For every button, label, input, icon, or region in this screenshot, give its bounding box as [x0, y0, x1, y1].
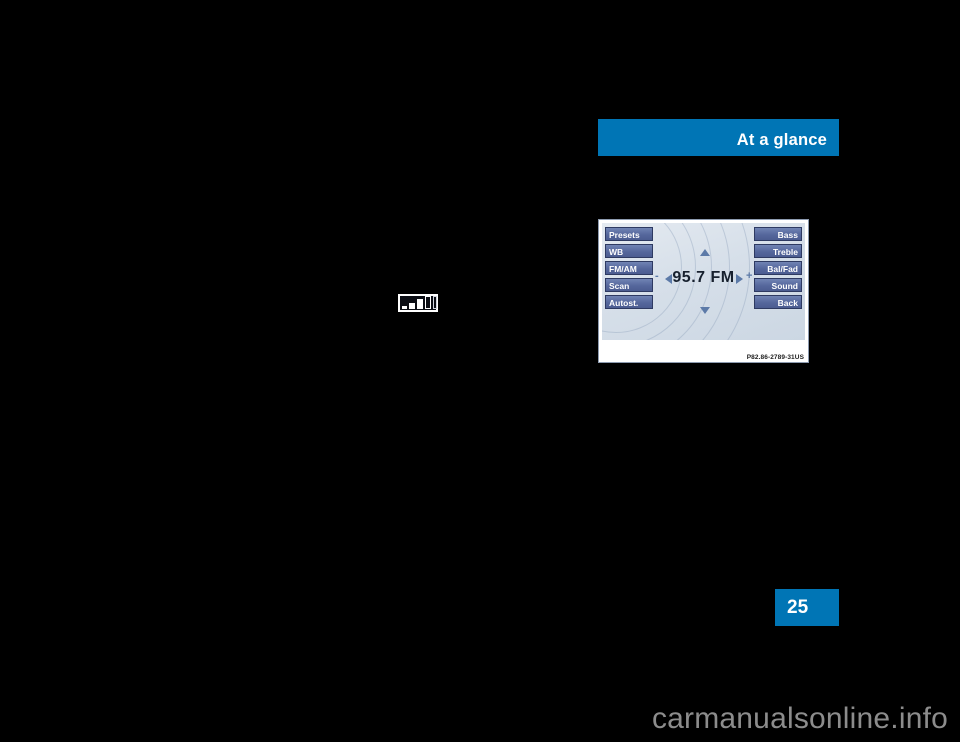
radio-display-figure: Presets WB FM/AM Scan Autost. Bass Trebl… — [598, 219, 809, 363]
softkey-wb[interactable]: WB — [605, 244, 653, 258]
signal-strength-icon — [398, 294, 438, 312]
softkey-bass[interactable]: Bass — [754, 227, 802, 241]
signal-bar-1 — [402, 306, 407, 309]
signal-strength-icon-body — [400, 296, 437, 310]
chapter-tab: At a glance — [598, 119, 839, 156]
preset-down-arrow-icon[interactable] — [700, 307, 710, 314]
radio-display-screen: Presets WB FM/AM Scan Autost. Bass Trebl… — [602, 223, 805, 340]
softkey-presets[interactable]: Presets — [605, 227, 653, 241]
softkey-treble[interactable]: Treble — [754, 244, 802, 258]
page-number: 25 — [787, 597, 809, 618]
signal-bar-3 — [417, 299, 423, 309]
signal-bar-5 — [433, 296, 437, 309]
softkey-bal-fad[interactable]: Bal/Fad — [754, 261, 802, 275]
softkey-autostore[interactable]: Autost. — [605, 295, 653, 309]
seek-up-arrow-icon[interactable] — [736, 274, 743, 284]
figure-caption: P82.86-2789-31US — [746, 354, 804, 361]
softkey-scan[interactable]: Scan — [605, 278, 653, 292]
chapter-tab-label: At a glance — [736, 131, 827, 149]
signal-bar-4 — [425, 296, 431, 309]
manual-page: At a glance Presets WB FM/AM Scan Autost… — [0, 0, 960, 742]
softkey-column-right: Bass Treble Bal/Fad Sound Back — [754, 227, 802, 309]
softkey-column-left: Presets WB FM/AM Scan Autost. — [605, 227, 653, 309]
site-watermark: carmanualsonline.info — [651, 702, 948, 735]
softkey-fm-am[interactable]: FM/AM — [605, 261, 653, 275]
signal-bar-2 — [409, 303, 415, 309]
tuner-readout: - 95.7 FM + — [655, 227, 753, 336]
softkey-back[interactable]: Back — [754, 295, 802, 309]
page-number-block: 25 — [775, 589, 839, 626]
softkey-sound[interactable]: Sound — [754, 278, 802, 292]
preset-up-arrow-icon[interactable] — [700, 249, 710, 256]
increment-label: + — [746, 270, 753, 282]
